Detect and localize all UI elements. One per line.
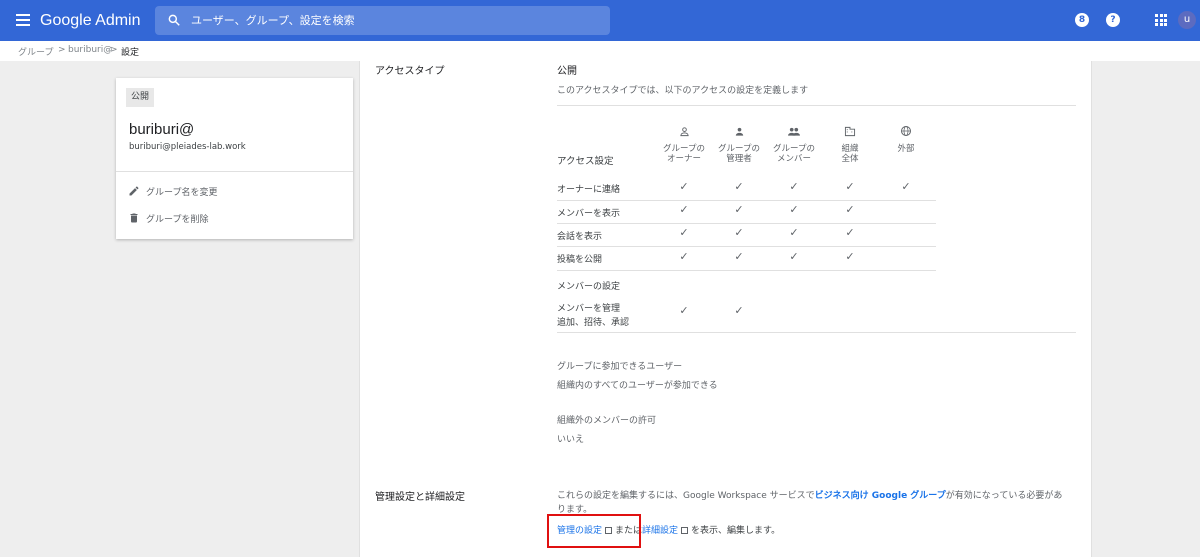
check-icon: ✓: [789, 250, 799, 263]
advanced-settings-label: 管理設定と詳細設定: [375, 492, 465, 503]
search-input[interactable]: [191, 6, 601, 35]
globe-icon: [876, 122, 936, 141]
settings-panel: アクセスタイプ 公開 このアクセスタイプでは、以下のアクセスの設定を定義します …: [359, 61, 1092, 557]
divider: [116, 171, 353, 172]
breadcrumb-separator: >: [110, 45, 118, 55]
app-title[interactable]: Google Admin: [40, 12, 141, 30]
check-icon: ✓: [845, 180, 855, 193]
column-external: 外部: [897, 144, 915, 154]
building-icon: [820, 122, 880, 141]
external-members-value: いいえ: [557, 435, 585, 445]
column-organization: 組織 全体: [841, 144, 859, 164]
group-info-card: 公開 buriburi@ buriburi@pleiades-lab.work …: [116, 78, 353, 239]
row-view-members: メンバーを表示: [557, 209, 621, 219]
check-icon: ✓: [734, 180, 744, 193]
access-type-description: このアクセスタイプでは、以下のアクセスの設定を定義します: [557, 86, 809, 96]
check-icon: ✓: [734, 203, 744, 216]
row-manage-members: メンバーを管理: [557, 304, 621, 314]
check-icon: ✓: [901, 180, 911, 193]
who-can-join-label: グループに参加できるユーザー: [557, 362, 683, 372]
people-icon: [764, 122, 824, 141]
apps-grid-icon[interactable]: [1155, 14, 1167, 26]
trash-icon: [130, 213, 138, 223]
help-icon[interactable]: ?: [1106, 13, 1120, 27]
delete-group-label: グループを削除: [146, 215, 209, 225]
divider: [557, 223, 936, 224]
breadcrumb-current: 設定: [121, 48, 140, 58]
access-type-label: アクセスタイプ: [375, 66, 445, 77]
external-link-icon: [681, 527, 689, 534]
google-groups-business-link[interactable]: ビジネス向け Google グループ: [815, 491, 946, 501]
advanced-settings-link[interactable]: 詳細設定: [642, 526, 678, 536]
check-icon: ✓: [679, 203, 689, 216]
column-owner: グループの オーナー: [663, 144, 705, 164]
breadcrumb-separator: >: [58, 45, 66, 55]
row-manage-members-detail: 追加、招待、承認: [557, 318, 630, 328]
highlight-annotation-box: [547, 514, 641, 548]
access-type-badge: 公開: [126, 88, 155, 107]
check-icon: ✓: [845, 226, 855, 239]
search-bar[interactable]: [155, 6, 610, 35]
column-manager: グループの 管理者: [718, 144, 760, 164]
person-icon: [709, 122, 769, 141]
hamburger-menu-icon[interactable]: [16, 14, 30, 26]
divider: [557, 200, 936, 201]
divider: [557, 105, 1076, 106]
divider: [557, 332, 1076, 333]
breadcrumb-groups[interactable]: グループ: [18, 45, 53, 58]
check-icon: ✓: [789, 203, 799, 216]
support-badge-icon[interactable]: 8: [1075, 13, 1089, 27]
check-icon: ✓: [734, 250, 744, 263]
check-icon: ✓: [734, 226, 744, 239]
search-icon: [168, 14, 180, 26]
account-avatar[interactable]: u: [1178, 11, 1196, 29]
divider: [557, 246, 936, 247]
pencil-icon: [129, 186, 139, 196]
top-app-bar: Google Admin 8 ? u: [0, 0, 1200, 41]
person-outline-icon: [654, 122, 714, 141]
rename-group-label: グループ名を変更: [146, 188, 218, 198]
check-icon: ✓: [734, 304, 744, 317]
check-icon: ✓: [789, 226, 799, 239]
external-members-label: 組織外のメンバーの許可: [557, 416, 657, 426]
column-member: グループの メンバー: [773, 144, 815, 164]
access-type-value[interactable]: 公開: [557, 62, 577, 77]
row-view-conversations: 会話を表示: [557, 232, 603, 242]
who-can-join-value: 組織内のすべてのユーザーが参加できる: [557, 381, 718, 391]
group-email: buriburi@pleiades-lab.work: [129, 142, 246, 152]
advanced-description: これらの設定を編集するには、Google Workspace サービスでビジネス…: [557, 491, 1063, 501]
row-contact-owners: オーナーに連絡: [557, 185, 621, 195]
check-icon: ✓: [789, 180, 799, 193]
divider: [557, 270, 936, 271]
breadcrumb: グループ > buriburi@ > 設定: [0, 41, 1200, 61]
row-publish-posts: 投稿を公開: [557, 255, 603, 265]
access-settings-label: アクセス設定: [557, 156, 614, 167]
check-icon: ✓: [679, 180, 689, 193]
group-name: buriburi@: [129, 121, 195, 138]
check-icon: ✓: [679, 226, 689, 239]
member-settings-label: メンバーの設定: [557, 282, 621, 292]
check-icon: ✓: [679, 304, 689, 317]
check-icon: ✓: [679, 250, 689, 263]
breadcrumb-group[interactable]: buriburi@: [68, 45, 112, 55]
check-icon: ✓: [845, 250, 855, 263]
check-icon: ✓: [845, 203, 855, 216]
